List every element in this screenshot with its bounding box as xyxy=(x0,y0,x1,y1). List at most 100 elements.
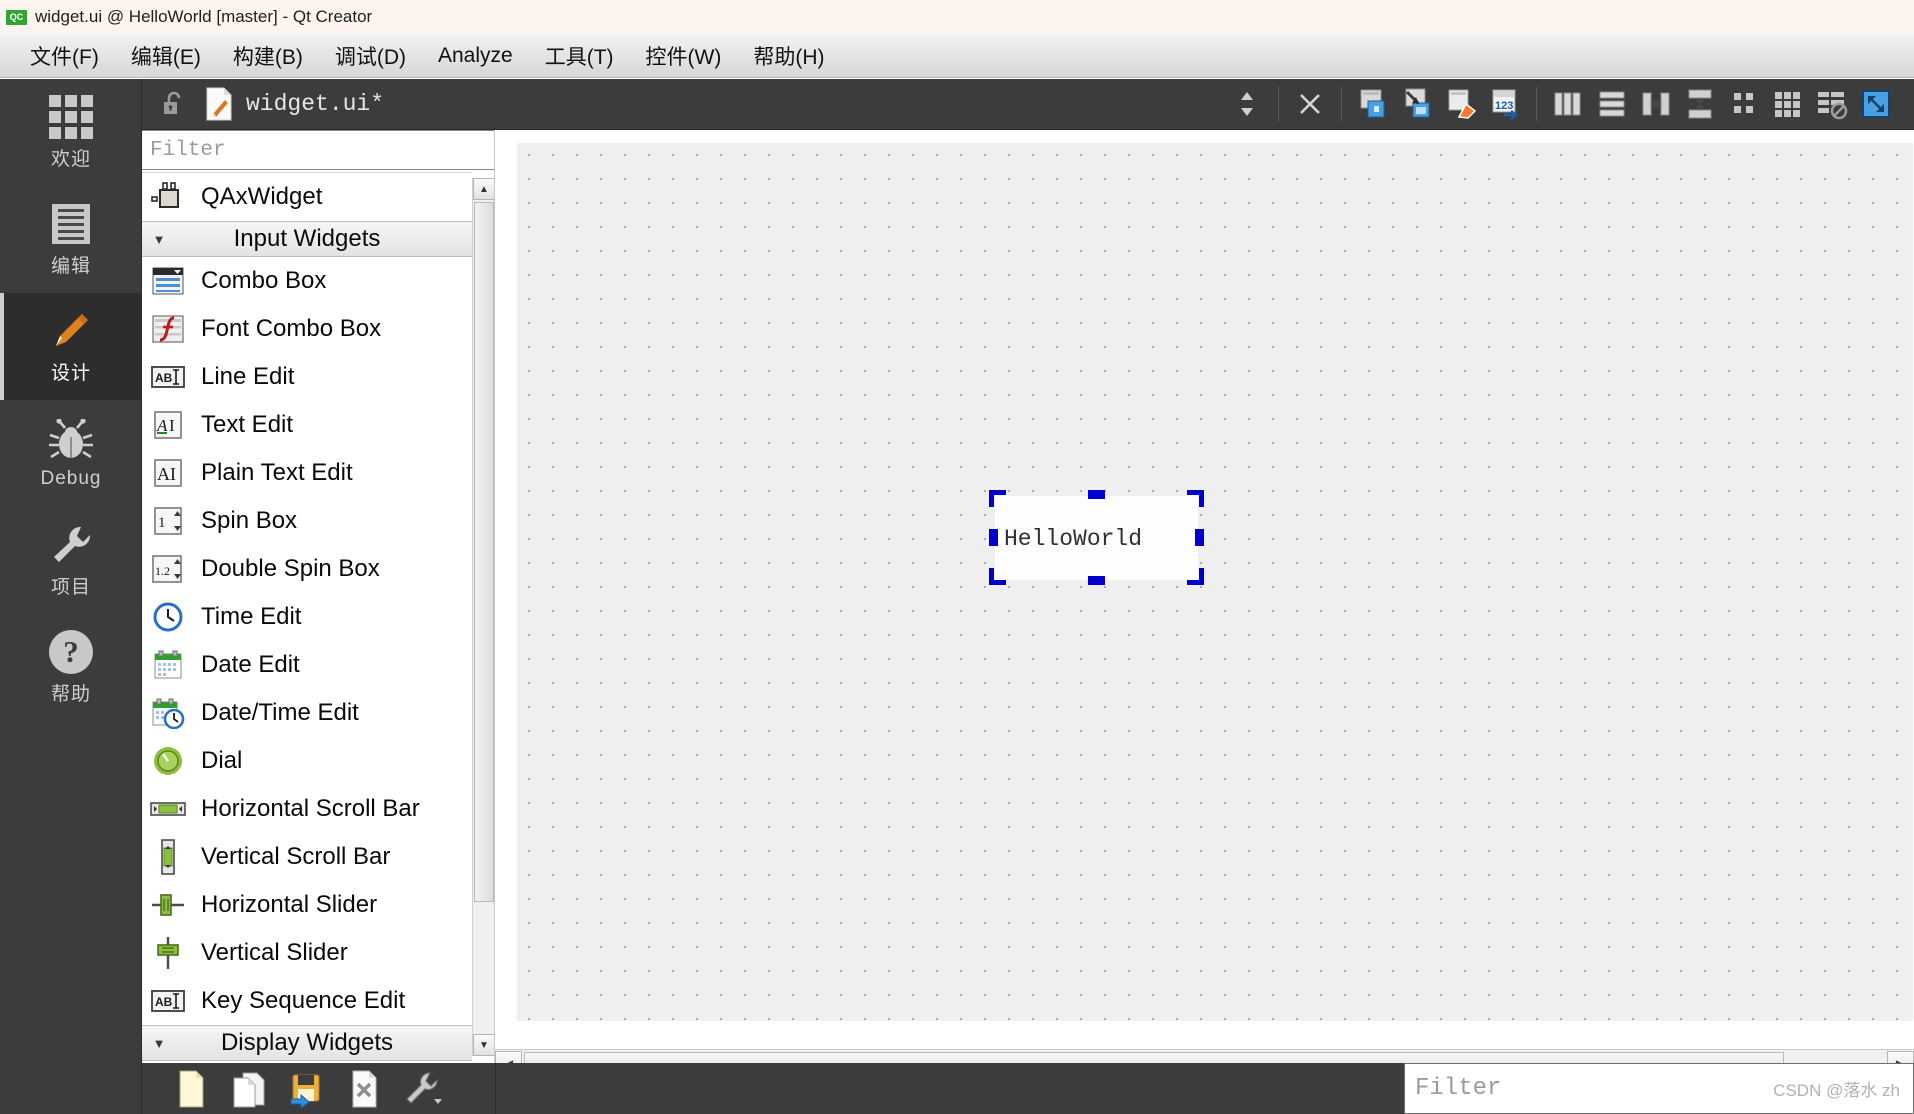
mode-button-帮助[interactable]: ? 帮助 xyxy=(0,614,142,721)
layout-grid-button[interactable] xyxy=(1766,82,1810,126)
unlocked-padlock-icon[interactable] xyxy=(160,91,190,117)
bug-icon xyxy=(49,418,93,458)
widget-list-item[interactable]: 1.2 Double Spin Box xyxy=(142,545,472,593)
timeedit-icon xyxy=(149,600,187,634)
widget-list-item-label: Dial xyxy=(201,747,243,774)
resize-handle-bottom-right[interactable] xyxy=(1187,568,1204,585)
menu-file[interactable]: 文件(F) xyxy=(14,38,115,74)
widget-box-filter[interactable]: Filter xyxy=(142,130,495,170)
layout-vertically-button[interactable] xyxy=(1590,82,1634,126)
widget-list-item[interactable]: Vertical Scroll Bar xyxy=(142,833,472,881)
mode-label: 帮助 xyxy=(50,684,91,705)
mode-button-项目[interactable]: 项目 xyxy=(0,507,142,614)
new-file-button[interactable] xyxy=(162,1063,220,1114)
widget-list-item-label: QAxWidget xyxy=(201,183,323,210)
svg-text:AB: AB xyxy=(155,995,173,1009)
scroll-up-arrow-icon[interactable]: ▲ xyxy=(473,178,495,200)
widget-box-scrollbar[interactable]: ▲ ▼ xyxy=(472,178,495,1056)
widget-list-item[interactable]: Vertical Slider xyxy=(142,929,472,977)
mode-button-编辑[interactable]: 编辑 xyxy=(0,186,142,293)
resize-handle-bottom-center[interactable] xyxy=(1088,576,1105,585)
widget-group-header[interactable]: ▼ Display Widgets xyxy=(142,1025,472,1061)
resize-handle-middle-left[interactable] xyxy=(989,529,998,546)
break-layout-button[interactable] xyxy=(1810,82,1854,126)
svg-text:I: I xyxy=(169,416,175,435)
layout-splitter-horizontal-button[interactable] xyxy=(1634,82,1678,126)
mode-selector-sidebar: 欢迎 编辑 设计 Debug 项目? 帮助 xyxy=(0,79,142,1114)
widget-list-item-label: Vertical Scroll Bar xyxy=(201,843,391,870)
scroll-down-arrow-icon[interactable]: ▼ xyxy=(473,1034,495,1056)
menu-widgets[interactable]: 控件(W) xyxy=(630,38,738,74)
pencil-icon-wrap xyxy=(48,308,94,354)
widget-list-item[interactable]: Dial xyxy=(142,737,472,785)
selected-label-widget[interactable]: HelloWorld xyxy=(995,496,1198,580)
navigate-updown-button[interactable] xyxy=(1225,82,1269,126)
form-editor-area[interactable]: HelloWorld xyxy=(495,130,1914,1049)
widget-list-item[interactable]: QAxWidget xyxy=(142,173,472,221)
widget-list-item[interactable]: Date/Time Edit xyxy=(142,689,472,737)
resize-handle-top-center[interactable] xyxy=(1088,490,1105,499)
mode-button-Debug[interactable]: Debug xyxy=(0,400,142,507)
widget-list-item[interactable]: Time Edit xyxy=(142,593,472,641)
open-documents-button[interactable] xyxy=(220,1063,278,1114)
widget-list-item-label: Vertical Slider xyxy=(201,939,348,966)
menu-analyze[interactable]: Analyze xyxy=(422,41,529,71)
widget-group-header[interactable]: ▼ Input Widgets xyxy=(142,221,472,257)
title-bar: QC widget.ui @ HelloWorld [master] - Qt … xyxy=(0,0,1914,34)
svg-text:1.2: 1.2 xyxy=(155,564,170,578)
edit-tab-order-button[interactable]: 123 xyxy=(1483,82,1527,126)
mode-label: 项目 xyxy=(50,577,91,598)
widget-list-item[interactable]: A I Text Edit xyxy=(142,401,472,449)
collapse-arrow-icon[interactable]: ▼ xyxy=(142,1036,176,1051)
edit-signals-slots-button[interactable] xyxy=(1395,82,1439,126)
resize-handle-middle-right[interactable] xyxy=(1195,529,1204,546)
qt-creator-logo-icon: QC xyxy=(6,9,27,25)
layout-horizontally-button[interactable] xyxy=(1546,82,1590,126)
toolbar-divider-3 xyxy=(1536,87,1537,121)
mode-label: Debug xyxy=(40,467,102,489)
close-document-button[interactable] xyxy=(1288,82,1332,126)
widget-list-item[interactable]: AB Key Sequence Edit xyxy=(142,977,472,1025)
save-file-button[interactable] xyxy=(278,1063,336,1114)
edit-buddies-button[interactable] xyxy=(1439,82,1483,126)
widget-box-list[interactable]: QAxWidget ▼ Input Widgets Combo Box Font Com… xyxy=(142,172,472,1062)
scrollbar-thumb[interactable] xyxy=(474,202,494,902)
menu-help[interactable]: 帮助(H) xyxy=(737,38,840,74)
mode-label: 欢迎 xyxy=(50,149,91,170)
resize-handle-top-right[interactable] xyxy=(1187,490,1204,507)
collapse-arrow-icon[interactable]: ▼ xyxy=(142,232,176,247)
widget-list-item[interactable]: Date Edit xyxy=(142,641,472,689)
menu-tools[interactable]: 工具(T) xyxy=(529,38,630,74)
question-icon: ? xyxy=(49,630,93,674)
widget-list-item-label: Text Edit xyxy=(201,411,294,438)
svg-text:1: 1 xyxy=(158,515,166,531)
widget-list-item[interactable]: Label xyxy=(142,1061,472,1062)
layout-splitter-vertical-button[interactable] xyxy=(1678,82,1722,126)
form-canvas[interactable]: HelloWorld xyxy=(517,143,1913,1021)
widget-list-item[interactable]: AB Line Edit xyxy=(142,353,472,401)
close-file-button[interactable] xyxy=(336,1063,394,1114)
mode-button-欢迎[interactable]: 欢迎 xyxy=(0,79,142,186)
grid-icon xyxy=(49,95,93,139)
current-document-name[interactable]: widget.ui* xyxy=(246,91,384,117)
build-settings-button[interactable] xyxy=(394,1063,452,1114)
edit-widgets-button[interactable] xyxy=(1351,82,1395,126)
widget-list-item-label: Key Sequence Edit xyxy=(201,987,406,1014)
widget-list-item[interactable]: Font Combo Box xyxy=(142,305,472,353)
widget-list-item[interactable]: Combo Box xyxy=(142,257,472,305)
resize-handle-top-left[interactable] xyxy=(989,490,1006,507)
menu-debug[interactable]: 调试(D) xyxy=(319,38,422,74)
widget-list-item[interactable]: Horizontal Scroll Bar xyxy=(142,785,472,833)
adjust-size-button[interactable] xyxy=(1854,82,1898,126)
widget-list-item[interactable]: 1 Spin Box xyxy=(142,497,472,545)
mode-button-设计[interactable]: 设计 xyxy=(0,293,142,400)
menu-build[interactable]: 构建(B) xyxy=(217,38,319,74)
svg-text:123: 123 xyxy=(1495,100,1513,112)
resize-handle-bottom-left[interactable] xyxy=(989,568,1006,585)
wrench-icon xyxy=(54,526,91,562)
widget-list-item[interactable]: Horizontal Slider xyxy=(142,881,472,929)
widget-list-item[interactable]: AI Plain Text Edit xyxy=(142,449,472,497)
editor-toolbar: widget.ui* 123 xyxy=(142,79,1914,130)
layout-form-button[interactable] xyxy=(1722,82,1766,126)
menu-edit[interactable]: 编辑(E) xyxy=(115,38,217,74)
